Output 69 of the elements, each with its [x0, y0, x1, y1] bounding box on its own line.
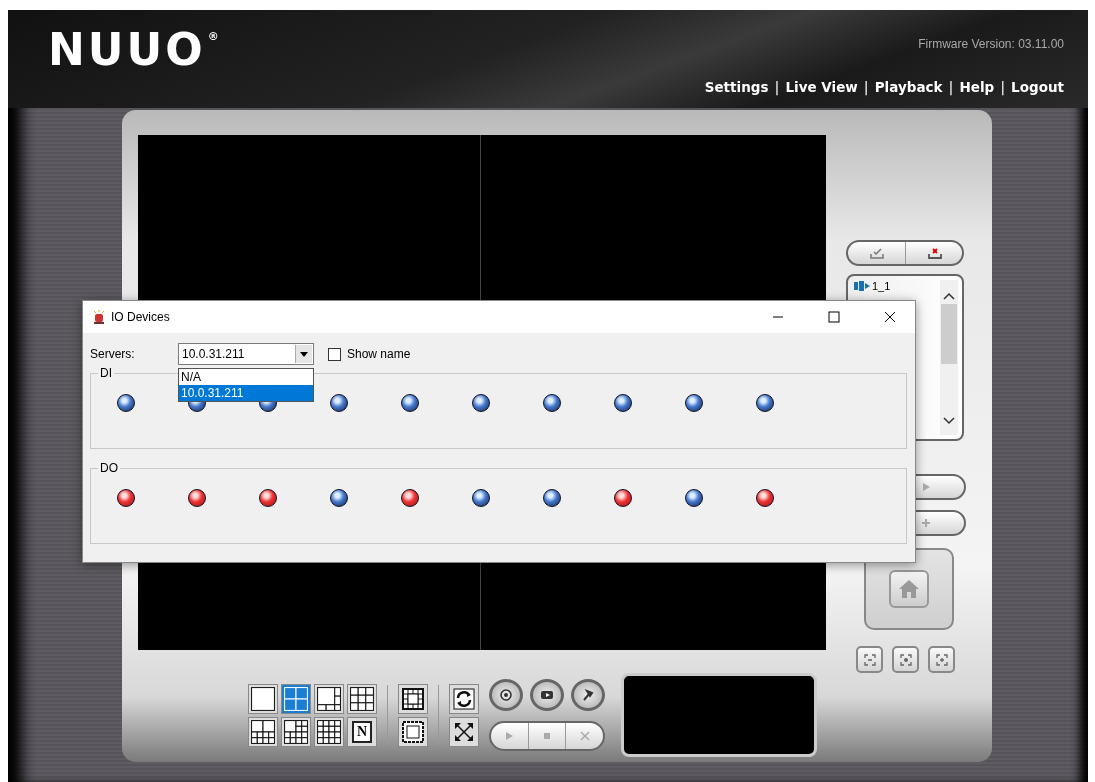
layout-button[interactable]	[314, 716, 344, 747]
layout-grid-icon	[317, 686, 341, 711]
window-title: IO Devices	[111, 310, 171, 324]
plus-icon	[921, 518, 931, 528]
layout-button[interactable]: N	[347, 716, 377, 747]
frame-grid-icon	[402, 687, 424, 710]
scroll-up-icon	[943, 292, 955, 300]
record-icon	[499, 688, 513, 702]
frame-dotted-icon	[402, 720, 424, 743]
nav-separator: |	[1000, 79, 1006, 95]
nav-separator: |	[774, 79, 780, 95]
dropdown-menu-item[interactable]: 10.0.31.211	[179, 385, 313, 401]
expand-arrows-icon	[453, 720, 475, 743]
zoom-out-button[interactable]	[856, 646, 883, 673]
video-icon	[540, 688, 554, 702]
nav-link[interactable]: Live View	[785, 79, 858, 95]
layout-grid-icon	[284, 686, 308, 711]
layout-button[interactable]	[347, 683, 377, 714]
tray-check-icon	[868, 246, 885, 260]
firmware-version: Firmware Version: 03.11.00	[918, 37, 1064, 51]
scroll-down-icon	[943, 417, 955, 425]
dropdown-arrow-icon	[300, 351, 308, 357]
close-icon	[884, 311, 896, 323]
nav-link[interactable]: Logout	[1011, 79, 1064, 95]
play-icon	[921, 482, 931, 492]
group-label: DI	[99, 366, 113, 380]
checkbox-label: Show name	[347, 347, 411, 361]
tools-button[interactable]	[571, 679, 605, 711]
layout-button[interactable]	[281, 716, 311, 747]
nav-separator: |	[863, 79, 869, 95]
siren-icon	[93, 310, 105, 324]
stop-icon	[542, 731, 552, 741]
video-button[interactable]	[530, 679, 564, 711]
layout-grid-icon	[251, 719, 275, 744]
zoom-in-icon	[934, 652, 949, 667]
close-icon	[579, 731, 590, 741]
servers-label: Servers:	[90, 347, 136, 361]
layout-grid-icon	[350, 686, 374, 711]
maximize-icon	[828, 311, 840, 323]
camera-name[interactable]: 1_1	[872, 280, 891, 292]
layout-grid-icon	[251, 686, 275, 711]
servers-dropdown[interactable]: 10.0.31.211	[178, 343, 314, 365]
scrollbar-thumb[interactable]	[941, 304, 957, 364]
zoom-out-icon	[862, 652, 877, 667]
fullscreen-button[interactable]	[449, 716, 479, 747]
record-button[interactable]	[489, 679, 523, 711]
focus-button[interactable]	[892, 646, 919, 673]
group-label: DO	[99, 461, 119, 475]
home-icon	[898, 579, 920, 599]
layout-button[interactable]	[248, 716, 278, 747]
zoom-in-button[interactable]	[928, 646, 955, 673]
rotate-icon	[453, 687, 475, 710]
tray-delete-icon	[925, 246, 942, 260]
play-icon	[504, 731, 515, 741]
layout-button[interactable]	[248, 683, 278, 714]
home-button[interactable]	[889, 570, 929, 608]
frame-layout-button[interactable]	[398, 716, 428, 747]
rotate-button[interactable]	[449, 683, 479, 714]
nav-link[interactable]: Settings	[704, 79, 769, 95]
logo: NUUO®	[48, 24, 219, 75]
frame-layout-button[interactable]	[398, 683, 428, 714]
checkbox[interactable]	[328, 347, 341, 361]
layout-button[interactable]	[314, 683, 344, 714]
nav-link[interactable]: Playback	[874, 79, 943, 95]
layout-grid-icon	[284, 719, 308, 744]
nav-link[interactable]: Help	[959, 79, 995, 95]
nav-separator: |	[948, 79, 954, 95]
layout-grid-icon	[317, 719, 341, 744]
focus-icon	[898, 652, 913, 667]
